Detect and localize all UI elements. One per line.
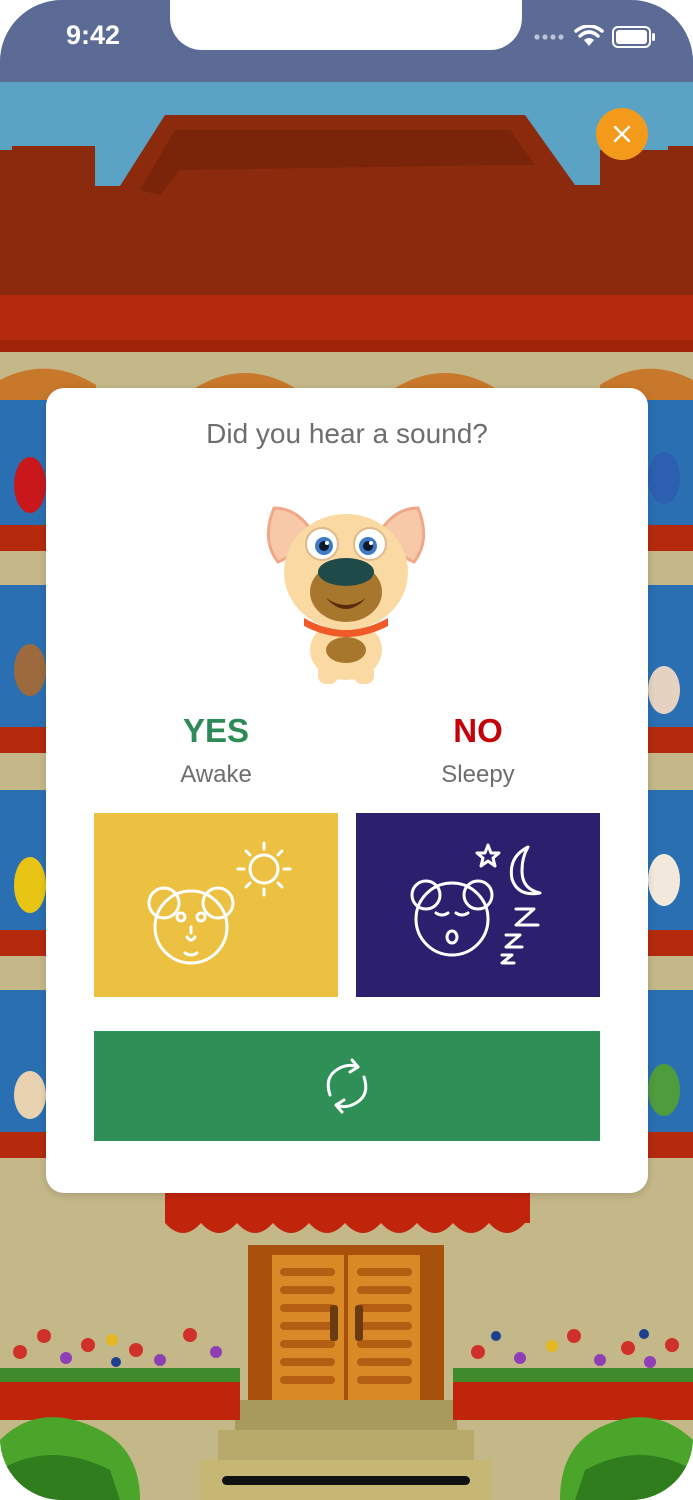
app-screen: 9:42 Did you hear a sound? YES Awake NO … bbox=[0, 0, 693, 1500]
wifi-icon bbox=[574, 25, 604, 46]
no-label: NO bbox=[453, 712, 503, 749]
sleepy-label: Sleepy bbox=[441, 761, 515, 788]
signal-icon bbox=[534, 34, 564, 40]
replay-button[interactable] bbox=[94, 1031, 600, 1141]
awake-label: Awake bbox=[180, 761, 252, 788]
dialog-title: Did you hear a sound? bbox=[206, 418, 488, 449]
notch bbox=[170, 0, 522, 50]
puppy-character bbox=[266, 506, 426, 684]
close-icon bbox=[613, 125, 631, 143]
status-bar: 9:42 bbox=[0, 0, 693, 82]
status-time: 9:42 bbox=[66, 20, 121, 50]
sound-question-dialog: Did you hear a sound? YES Awake NO Sleep… bbox=[46, 388, 648, 1193]
replay-icon bbox=[326, 1058, 368, 1114]
sleepy-bear-moon-icon bbox=[410, 843, 542, 965]
battery-icon bbox=[612, 26, 655, 48]
awake-button[interactable] bbox=[94, 813, 338, 997]
home-indicator bbox=[222, 1476, 470, 1485]
sleepy-button[interactable] bbox=[356, 813, 600, 997]
awake-bear-sun-icon bbox=[147, 841, 292, 965]
yes-label: YES bbox=[182, 712, 250, 749]
close-button[interactable] bbox=[596, 108, 648, 160]
